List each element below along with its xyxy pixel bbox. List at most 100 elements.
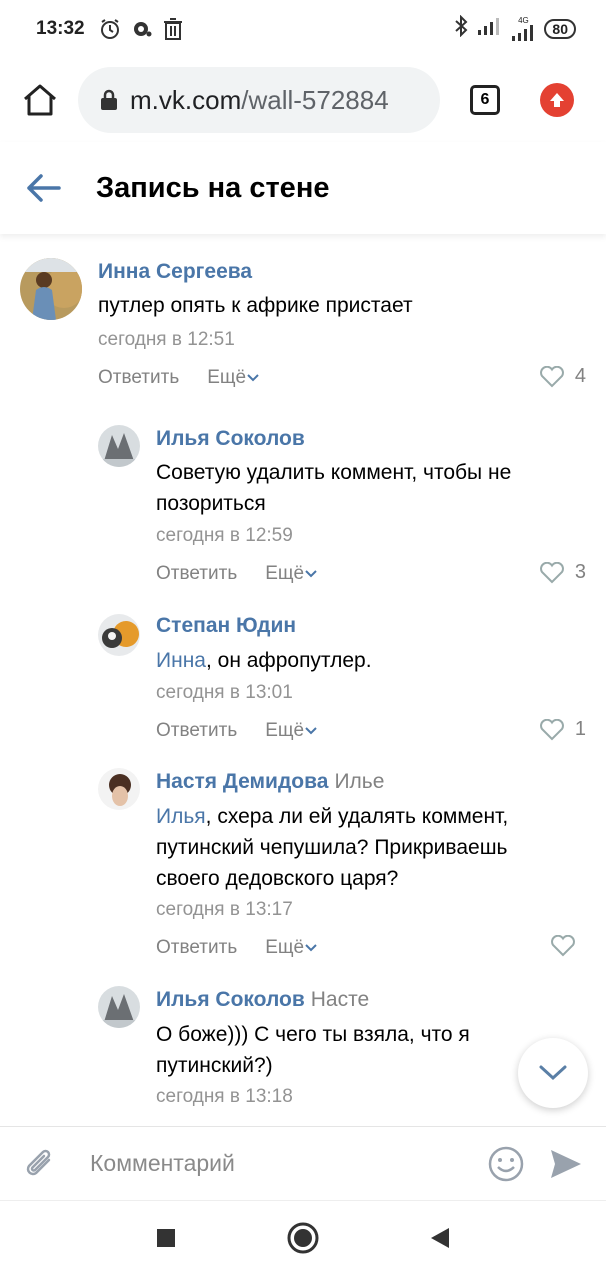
more-label: Ещё <box>265 937 305 958</box>
lock-icon <box>100 89 118 111</box>
author-name[interactable]: Илья Соколов <box>156 988 305 1011</box>
comment-author[interactable]: Илья Соколов <box>156 427 305 451</box>
signal-icon <box>476 16 502 42</box>
square-icon <box>157 1229 175 1247</box>
comment-actions: Ответить Ещё <box>98 367 260 389</box>
more-button[interactable]: Ещё <box>207 367 260 389</box>
home-icon <box>24 84 56 116</box>
author-name[interactable]: Инна Сергеева <box>98 260 252 283</box>
mention-link[interactable]: Илья <box>156 805 206 828</box>
avatar[interactable] <box>20 258 82 320</box>
avatar[interactable] <box>98 986 140 1028</box>
heart-icon <box>539 561 564 583</box>
browser-toolbar: m.vk.com/wall-572884 6 <box>0 58 606 142</box>
comment-actions: Ответить Ещё <box>156 937 318 959</box>
scroll-down-button[interactable] <box>518 1038 588 1108</box>
status-bar: 13:32 4G 80 <box>0 0 606 58</box>
tab-switcher-button[interactable]: 6 <box>470 85 500 115</box>
comment-author[interactable]: Инна Сергеева <box>98 260 252 284</box>
back-button[interactable] <box>26 170 62 206</box>
comment-author[interactable]: Степан Юдин <box>156 614 296 638</box>
comment-composer <box>0 1126 606 1200</box>
send-button[interactable] <box>546 1144 586 1184</box>
system-nav-bar <box>0 1200 606 1280</box>
notification-icon <box>131 18 153 40</box>
heart-icon <box>539 718 564 740</box>
home-button[interactable] <box>18 78 62 122</box>
send-icon <box>551 1149 581 1178</box>
avatar[interactable] <box>98 425 140 467</box>
emoji-button[interactable] <box>486 1144 526 1184</box>
author-name[interactable]: Степан Юдин <box>156 614 296 637</box>
battery-icon: 80 <box>544 19 576 39</box>
alarm-icon <box>99 18 121 40</box>
more-label: Ещё <box>207 367 247 388</box>
avatar[interactable] <box>98 768 140 810</box>
reply-to-label[interactable]: Илье <box>334 770 384 793</box>
comment-body: О боже))) С чего ты взяла, что я путинск… <box>156 1023 470 1077</box>
comment-text: Илья, схера ли ей удалять коммент, путин… <box>156 801 576 894</box>
comment-author[interactable]: Настя Демидова Илье <box>156 770 384 794</box>
comment-body: Советую удалить коммент, чтобы не позори… <box>156 461 512 515</box>
comment-author[interactable]: Илья Соколов Насте <box>156 988 369 1012</box>
more-label: Ещё <box>265 720 305 741</box>
reply-to-label[interactable]: Насте <box>311 988 369 1011</box>
url-host: m.vk.com <box>130 84 242 115</box>
mention-link[interactable]: Инна <box>156 649 206 672</box>
trash-icon <box>163 18 183 40</box>
author-name[interactable]: Настя Демидова <box>156 770 328 793</box>
circle-icon <box>287 1222 319 1254</box>
reply-button[interactable]: Ответить <box>156 563 237 585</box>
reply-button[interactable]: Ответить <box>156 720 237 742</box>
comment-body: , схера ли ей удалять коммент, путинский… <box>156 805 509 890</box>
comment-date: сегодня в 13:18 <box>156 1086 293 1107</box>
like-count: 3 <box>574 561 586 583</box>
author-name[interactable]: Илья Соколов <box>156 427 305 450</box>
home-nav-button[interactable] <box>287 1222 319 1259</box>
more-button[interactable]: Ещё <box>265 720 318 742</box>
chevron-down-icon <box>247 374 259 382</box>
comment-date: сегодня в 13:17 <box>156 899 293 920</box>
attach-button[interactable] <box>20 1144 60 1184</box>
like-button[interactable]: 1 <box>539 718 586 741</box>
reply-button[interactable]: Ответить <box>156 937 237 959</box>
url-path: /wall-572884 <box>241 84 389 115</box>
back-nav-button[interactable] <box>429 1226 451 1255</box>
comment-date: сегодня в 12:59 <box>156 525 293 546</box>
back-arrow-icon <box>27 174 61 202</box>
comment-text: путлер опять к африке пристает <box>98 290 518 321</box>
more-button[interactable]: Ещё <box>265 563 318 585</box>
comment-text: Советую удалить коммент, чтобы не позори… <box>156 457 576 519</box>
comment-body: , он афропутлер. <box>205 649 372 672</box>
comment-actions: Ответить Ещё <box>156 720 318 742</box>
comment-text: О боже))) С чего ты взяла, что я путинск… <box>156 1019 516 1081</box>
update-button[interactable] <box>540 83 574 117</box>
recents-button[interactable] <box>155 1227 177 1254</box>
like-count: 1 <box>574 718 586 740</box>
paperclip-icon <box>26 1149 51 1175</box>
like-button[interactable]: 3 <box>539 561 586 584</box>
like-button[interactable] <box>550 935 586 957</box>
more-label: Ещё <box>265 563 305 584</box>
avatar[interactable] <box>98 614 140 656</box>
page-header: Запись на стене <box>0 142 606 234</box>
heart-icon <box>539 365 564 387</box>
triangle-back-icon <box>431 1228 449 1248</box>
battery-level: 80 <box>552 21 568 37</box>
signal-4g-icon: 4G <box>510 17 536 41</box>
chevron-down-icon <box>305 570 317 578</box>
reply-button[interactable]: Ответить <box>98 367 179 389</box>
like-count: 4 <box>574 365 586 387</box>
comment-body: путлер опять к африке пристает <box>98 294 413 317</box>
comment-actions: Ответить Ещё <box>156 563 318 585</box>
like-button[interactable]: 4 <box>539 365 586 388</box>
arrow-up-icon <box>550 93 564 107</box>
chevron-down-icon <box>539 1065 567 1081</box>
address-bar[interactable]: m.vk.com/wall-572884 <box>78 67 440 133</box>
comment-input[interactable] <box>90 1150 486 1177</box>
comment-date: сегодня в 12:51 <box>98 329 235 350</box>
bluetooth-icon <box>454 14 468 43</box>
comment-list: Инна Сергеева путлер опять к африке прис… <box>0 234 606 1126</box>
tab-count: 6 <box>480 91 490 108</box>
more-button[interactable]: Ещё <box>265 937 318 959</box>
